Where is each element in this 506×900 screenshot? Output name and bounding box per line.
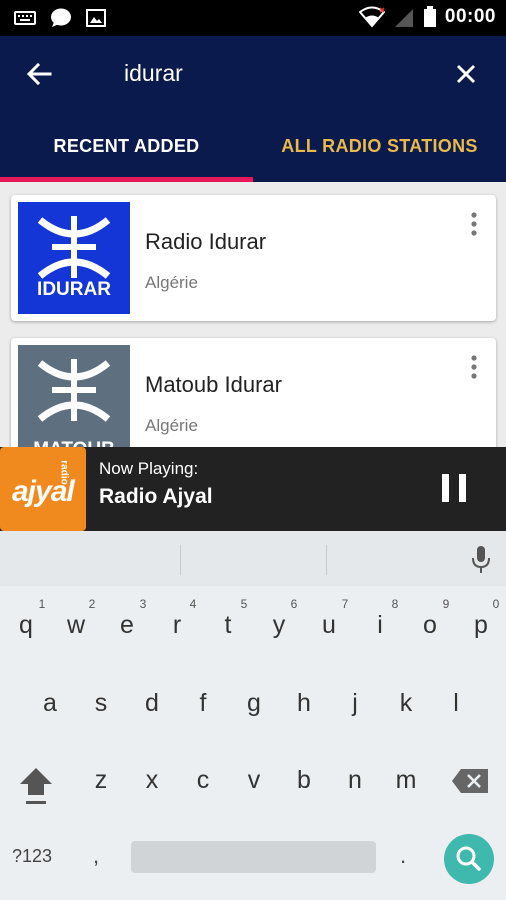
- comma-key[interactable]: ,: [93, 843, 99, 869]
- key-q[interactable]: q: [6, 611, 46, 640]
- station-logo-text: IDURAR: [37, 279, 111, 300]
- key-o[interactable]: o: [410, 611, 450, 640]
- now-playing-logo-text: ajyal: [12, 475, 75, 508]
- wifi-icon: [358, 6, 385, 28]
- chat-bubble-icon: [51, 8, 71, 27]
- station-name: Matoub Idurar: [145, 372, 282, 397]
- key-k[interactable]: k: [386, 689, 426, 718]
- key-i[interactable]: i: [360, 611, 400, 640]
- key-d[interactable]: d: [132, 689, 172, 718]
- suggestion-divider: [326, 545, 327, 575]
- amazigh-symbol-icon: [37, 359, 111, 422]
- station-name: Radio Idurar: [145, 229, 267, 254]
- microphone-icon: [472, 546, 490, 573]
- station-card[interactable]: IDURAR Radio Idurar Algérie: [11, 195, 496, 321]
- image-icon: [86, 9, 106, 27]
- station-list: IDURAR Radio Idurar Algérie MATOUB Matou…: [0, 182, 506, 447]
- key-y[interactable]: y: [259, 611, 299, 640]
- signal-icon: [394, 9, 413, 27]
- key-p[interactable]: p: [461, 611, 501, 640]
- status-bar-system: 00:00: [358, 6, 496, 28]
- period-key[interactable]: .: [400, 843, 406, 869]
- suggestion-divider: [180, 545, 181, 575]
- more-options-button[interactable]: [464, 354, 484, 380]
- key-hint: 0: [492, 597, 500, 611]
- station-country: Algérie: [145, 416, 198, 435]
- key-z[interactable]: z: [81, 766, 121, 795]
- key-w[interactable]: w: [56, 611, 96, 640]
- symbols-key[interactable]: ?123: [12, 846, 52, 867]
- station-card[interactable]: MATOUB Matoub Idurar Algérie: [11, 338, 496, 447]
- key-hint: 7: [341, 597, 349, 611]
- space-key[interactable]: [131, 841, 376, 873]
- backspace-key[interactable]: [451, 768, 489, 794]
- close-icon: [456, 64, 476, 84]
- key-f[interactable]: f: [183, 689, 223, 718]
- now-playing-station: Radio Ajyal: [99, 485, 213, 508]
- amazigh-symbol-icon: [37, 216, 111, 279]
- backspace-icon: [452, 769, 488, 793]
- soft-keyboard: 1 2 3 4 5 6 7 8 9 0 q w e r t y u i o p …: [0, 531, 506, 900]
- key-h[interactable]: h: [284, 689, 324, 718]
- search-icon: [456, 846, 481, 871]
- status-bar: 00:00: [0, 0, 506, 36]
- key-g[interactable]: g: [234, 689, 274, 718]
- key-e[interactable]: e: [107, 611, 147, 640]
- key-hint: 9: [442, 597, 450, 611]
- station-logo-text: MATOUB: [18, 439, 130, 447]
- key-b[interactable]: b: [284, 766, 324, 795]
- back-button[interactable]: [24, 58, 56, 90]
- key-x[interactable]: x: [132, 766, 172, 795]
- status-bar-notifications: [14, 8, 106, 28]
- suggestion-strip: [0, 531, 506, 586]
- now-playing-label: Now Playing:: [99, 459, 199, 478]
- key-m[interactable]: m: [386, 766, 426, 795]
- key-v[interactable]: v: [234, 766, 274, 795]
- shift-arrow-icon: [20, 768, 52, 804]
- station-country: Algérie: [145, 273, 198, 292]
- mic-button[interactable]: [470, 545, 492, 575]
- key-u[interactable]: u: [309, 611, 349, 640]
- key-hint: 6: [290, 597, 298, 611]
- clear-search-button[interactable]: [450, 58, 482, 90]
- tab-all-radio-stations[interactable]: ALL RADIO STATIONS: [253, 136, 506, 157]
- clock: 00:00: [444, 6, 496, 27]
- key-n[interactable]: n: [335, 766, 375, 795]
- search-input[interactable]: idurar: [124, 60, 183, 87]
- shift-key[interactable]: [18, 765, 54, 805]
- key-hint: 4: [189, 597, 197, 611]
- key-hint: 5: [240, 597, 248, 611]
- more-vert-icon: [471, 212, 477, 236]
- tab-recent-added[interactable]: RECENT ADDED: [0, 136, 253, 157]
- station-logo: MATOUB: [18, 345, 130, 447]
- more-options-button[interactable]: [464, 211, 484, 237]
- keyboard-icon: [14, 11, 36, 25]
- key-hint: 8: [391, 597, 399, 611]
- more-vert-icon: [471, 355, 477, 379]
- key-j[interactable]: j: [335, 689, 375, 718]
- pause-icon: [442, 474, 466, 502]
- key-s[interactable]: s: [81, 689, 121, 718]
- station-logo: IDURAR: [18, 202, 130, 314]
- app-bar: idurar RECENT ADDED ALL RADIO STATIONS: [0, 36, 506, 182]
- key-l[interactable]: l: [436, 689, 476, 718]
- key-a[interactable]: a: [30, 689, 70, 718]
- arrow-back-icon: [26, 62, 52, 86]
- key-hint: 2: [88, 597, 96, 611]
- key-hint: 3: [139, 597, 147, 611]
- now-playing-bar[interactable]: radio ajyal Now Playing: Radio Ajyal: [0, 447, 506, 531]
- battery-icon: [423, 6, 436, 27]
- key-r[interactable]: r: [157, 611, 197, 640]
- search-key[interactable]: [444, 834, 494, 884]
- now-playing-logo: radio ajyal: [0, 447, 86, 531]
- pause-button[interactable]: [440, 473, 468, 503]
- key-t[interactable]: t: [208, 611, 248, 640]
- key-c[interactable]: c: [183, 766, 223, 795]
- key-hint: 1: [38, 597, 46, 611]
